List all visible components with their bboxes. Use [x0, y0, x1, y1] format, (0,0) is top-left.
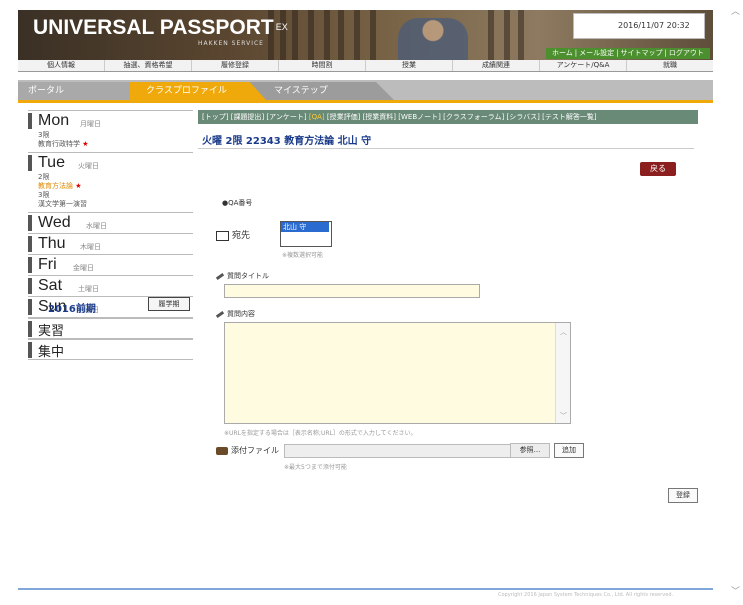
menu-grades[interactable]: 成績関連 [453, 60, 540, 71]
subnav-test-answers[interactable]: [テスト解答一覧] [542, 113, 596, 121]
subnav-survey[interactable]: [アンケート] [266, 113, 306, 121]
recipient-option[interactable]: 北山 守 [281, 222, 329, 232]
pencil-icon [215, 272, 225, 280]
subnav-qa[interactable]: [QA] [309, 113, 325, 121]
question-title-input[interactable] [224, 284, 480, 298]
subnav-materials[interactable]: [授業資料] [363, 113, 396, 121]
top-links: ホーム | メール設定 | サイトマップ | ログアウト [546, 48, 710, 59]
day-thursday[interactable]: Thu 木曜日 [28, 233, 193, 254]
sidebar-intensive[interactable]: 集中 [28, 338, 193, 360]
day-monday[interactable]: Mon 月曜日 [28, 110, 193, 131]
submit-button[interactable]: 登録 [668, 488, 698, 503]
datetime: 2016/11/07 20:32 [618, 21, 690, 30]
tab-mystep[interactable]: マイステップ [244, 82, 394, 100]
attach-file-input[interactable] [284, 444, 516, 458]
address-note: ※複数選択可能 [282, 252, 324, 259]
envelope-icon [216, 230, 229, 241]
attach-note: ※最大5つまで添付可能 [284, 464, 347, 471]
subnav-webnote[interactable]: [WEBノート] [398, 113, 441, 121]
menu-registration[interactable]: 履修登録 [192, 60, 279, 71]
top-link-home[interactable]: ホーム [552, 49, 573, 57]
textarea-scrollbar[interactable] [555, 323, 570, 423]
main-menu: 個人情報 抽選、資格希望 履修登録 時間割 授業 成績関連 アンケート/Q&A … [18, 60, 713, 72]
term-switch-button[interactable]: 履学期 [148, 297, 190, 311]
term-label: 2016前期 [48, 304, 96, 315]
app-logo: UNIVERSAL PASSPORT EX [33, 16, 288, 39]
period-item[interactable]: 2限 教育方法論 ★ [28, 173, 193, 191]
header-banner: UNIVERSAL PASSPORT EX HAKKEN SERVICE 2016… [18, 10, 713, 60]
scroll-down-icon[interactable]: ﹀ [560, 411, 567, 421]
address-label: 宛先 [216, 228, 250, 241]
subnav-syllabus[interactable]: [シラバス] [506, 113, 539, 121]
page-frame: UNIVERSAL PASSPORT EX HAKKEN SERVICE 2016… [18, 10, 713, 598]
subnav-forum[interactable]: [クラスフォーラム] [443, 113, 504, 121]
menu-personal[interactable]: 個人情報 [18, 60, 105, 71]
logo-subtitle: HAKKEN SERVICE [198, 40, 264, 47]
question-title-label: 質問タイトル [215, 271, 269, 281]
top-link-logout[interactable]: ログアウト [669, 49, 704, 57]
scroll-up-icon[interactable]: ︿ [731, 4, 740, 17]
top-link-mail[interactable]: メール設定 [579, 49, 614, 57]
weekly-sidebar: Mon 月曜日 3限 教育行政特学 ★ Tue 火曜日 2限 教育方法論 ★ 3限 … [28, 110, 193, 360]
subnav-top[interactable]: [トップ] [202, 113, 228, 121]
period-item[interactable]: 3限 教育行政特学 ★ [28, 131, 193, 149]
attachment-icon [216, 446, 228, 455]
menu-lottery[interactable]: 抽選、資格希望 [105, 60, 192, 71]
subnav-evaluation[interactable]: [授業評価] [327, 113, 360, 121]
course-subnav: [トップ] [課題提出] [アンケート] [QA] [授業評価] [授業資料] … [198, 110, 698, 124]
question-body-textarea[interactable]: ︿ ﹀ [224, 322, 571, 424]
top-link-sitemap[interactable]: サイトマップ [621, 49, 663, 57]
tab-bar: ポータル マイステップ クラスプロファイル [18, 80, 713, 103]
scroll-down-icon[interactable]: ﹀ [731, 584, 740, 597]
menu-timetable[interactable]: 時間割 [279, 60, 366, 71]
browse-button[interactable]: 参照... [510, 443, 550, 458]
banner-person-image [398, 18, 468, 60]
menu-career[interactable]: 就職 [627, 60, 713, 71]
day-wednesday[interactable]: Wed 水曜日 [28, 212, 193, 233]
tab-portal[interactable]: ポータル [18, 82, 148, 100]
copyright: Copyright 2016 Japan System Techniques C… [498, 592, 674, 598]
period-item[interactable]: 3限 漢文学第一演習 [28, 191, 193, 209]
menu-classes[interactable]: 授業 [366, 60, 453, 71]
add-attachment-button[interactable]: 追加 [554, 443, 584, 458]
menu-survey-qa[interactable]: アンケート/Q&A [540, 60, 627, 71]
url-note: ※URLを指定する場合は［表示名称;URL］の形式で入力してください。 [224, 430, 417, 437]
sidebar-practicum[interactable]: 実習 [28, 317, 193, 339]
day-saturday[interactable]: Sat 土曜日 [28, 275, 193, 296]
tab-class-profile[interactable]: クラスプロファイル [130, 82, 266, 100]
question-body-label: 質問内容 [215, 309, 255, 319]
subnav-assignment[interactable]: [課題提出] [231, 113, 264, 121]
attach-label: 添付ファイル [216, 445, 279, 456]
footer-line [18, 588, 713, 590]
scroll-up-icon[interactable]: ︿ [560, 327, 567, 337]
back-button[interactable]: 戻る [640, 162, 676, 176]
course-title: 火曜 2限 22343 教育方法論 北山 守 [202, 136, 372, 147]
pencil-icon [215, 310, 225, 318]
day-tuesday[interactable]: Tue 火曜日 [28, 152, 193, 173]
qa-number-label: ●QA番号 [222, 199, 253, 207]
divider [198, 148, 694, 149]
day-friday[interactable]: Fri 金曜日 [28, 254, 193, 275]
page-scrollbar[interactable]: ︿ ﹀ [728, 0, 743, 605]
